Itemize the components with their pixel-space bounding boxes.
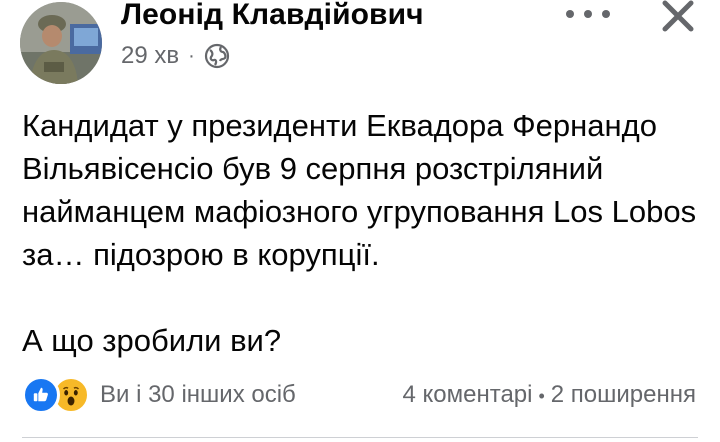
post-paragraph: Кандидат у президенти Еквадора Фернандо … — [22, 108, 697, 272]
close-button[interactable] — [660, 0, 696, 32]
more-dot-icon — [566, 10, 574, 18]
post-text: Кандидат у президенти Еквадора Фернандо … — [22, 104, 712, 362]
divider — [22, 437, 698, 438]
reactions-summary[interactable]: Ви і 30 інших осіб — [22, 376, 296, 414]
like-icon — [22, 376, 60, 414]
reactions-count[interactable]: Ви і 30 інших осіб — [100, 381, 296, 409]
close-icon — [662, 0, 694, 32]
more-dot-icon — [602, 10, 610, 18]
post-time[interactable]: 29 хв — [121, 42, 179, 70]
shares-count[interactable]: 2 поширення — [551, 381, 696, 408]
post-paragraph: А що зробили ви? — [22, 323, 282, 358]
more-dot-icon — [584, 10, 592, 18]
reaction-icons — [22, 376, 90, 414]
avatar[interactable] — [20, 2, 102, 84]
author-name[interactable]: Леонід Клавдійович — [121, 0, 424, 32]
more-options-button[interactable] — [566, 8, 610, 20]
engagement-stats: 4 коментарі • 2 поширення — [402, 381, 696, 409]
comments-count[interactable]: 4 коментарі — [402, 381, 532, 408]
stats-separator: • — [538, 386, 545, 406]
globe-icon[interactable] — [204, 43, 230, 69]
meta-separator: · — [188, 44, 195, 67]
post-meta: 29 хв · — [121, 42, 230, 70]
